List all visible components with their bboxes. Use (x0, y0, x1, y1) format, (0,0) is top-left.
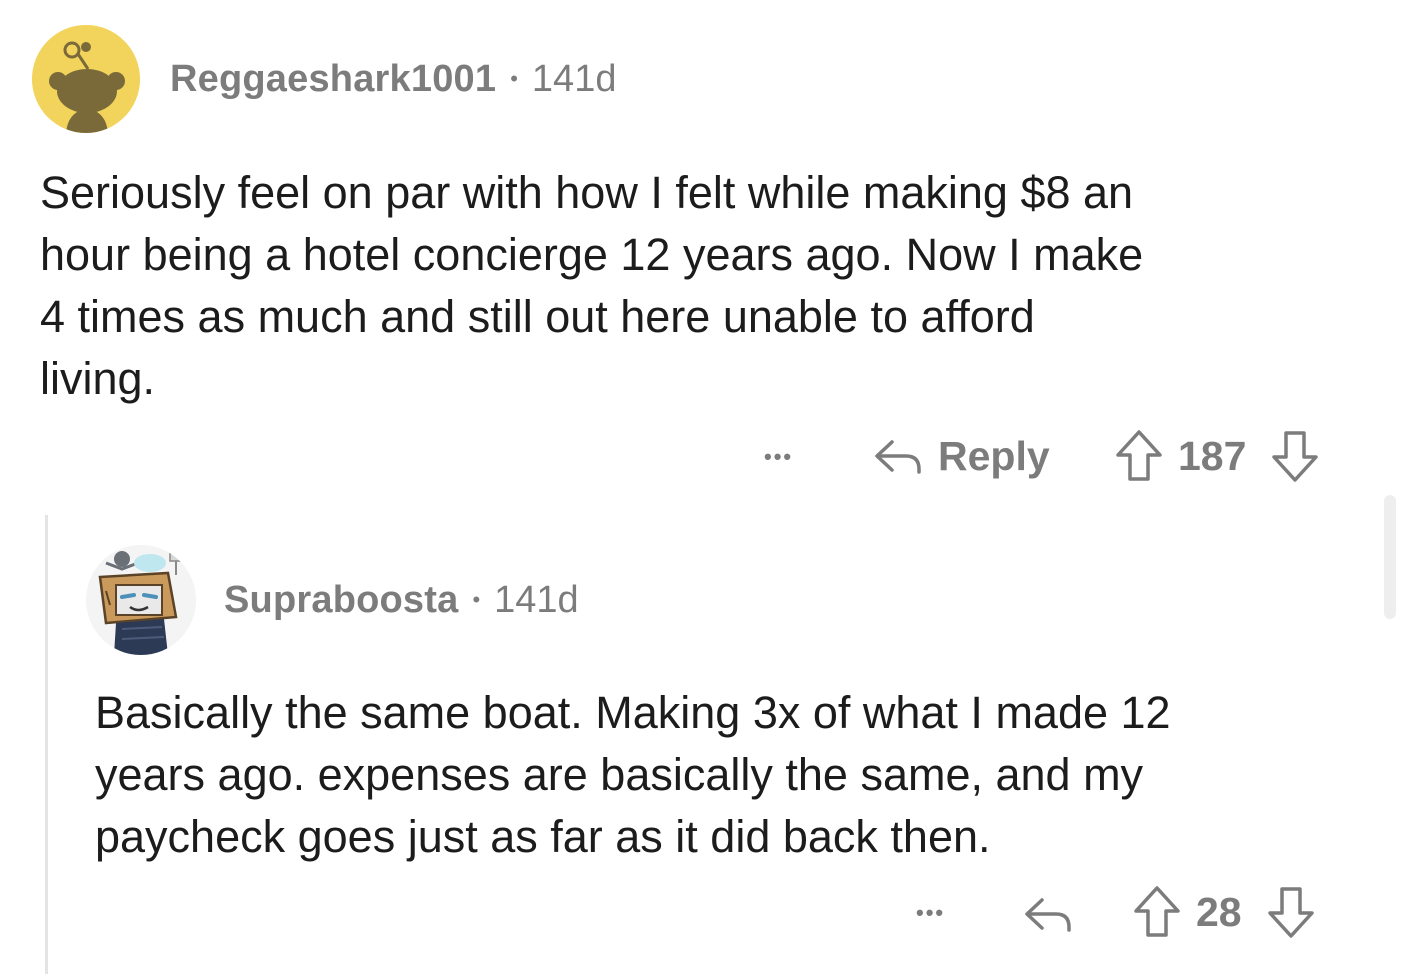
reply-arrow-icon (872, 436, 924, 476)
comment-line: living. (40, 353, 156, 404)
vote-controls: 187 (1114, 428, 1320, 484)
reply-label: Reply (938, 432, 1050, 479)
more-options-label: ••• (764, 444, 794, 469)
username[interactable]: Supraboosta (224, 579, 458, 622)
comment-line: years ago. expenses are basically the sa… (95, 749, 1144, 800)
scrollbar[interactable] (1384, 495, 1396, 619)
comment-line: Seriously feel on par with how I felt wh… (40, 167, 1134, 218)
more-options-button[interactable]: ••• (764, 432, 793, 482)
reply-button[interactable]: Reply (872, 430, 1050, 482)
comment-line: Basically the same boat. Making 3x of wh… (95, 687, 1171, 738)
avatar[interactable] (32, 25, 140, 133)
upvote-arrow-icon[interactable] (1132, 885, 1182, 939)
separator-dot: • (510, 66, 518, 91)
reply-button[interactable] (1022, 888, 1074, 940)
vote-score: 187 (1178, 432, 1247, 479)
more-options-label: ••• (916, 900, 946, 925)
more-options-button[interactable]: ••• (916, 888, 945, 938)
thread-line[interactable] (45, 515, 48, 974)
avatar[interactable] (86, 545, 196, 655)
comment-age: 141d (494, 578, 579, 621)
snoo-avatar-icon (32, 25, 140, 133)
upvote-arrow-icon[interactable] (1114, 429, 1164, 483)
downvote-arrow-icon[interactable] (1270, 429, 1320, 483)
comment-line: 4 times as much and still out here unabl… (40, 291, 1035, 342)
vote-controls: 28 (1132, 884, 1316, 940)
box-head-avatar-icon (86, 545, 196, 655)
comment-age: 141d (531, 57, 617, 100)
vote-score: 28 (1196, 888, 1242, 935)
comment-body: Seriously feel on par with how I felt wh… (40, 162, 1370, 410)
reply-arrow-icon (1022, 894, 1074, 934)
separator-dot: • (472, 587, 481, 612)
comment-line: hour being a hotel concierge 12 years ag… (40, 229, 1144, 280)
username[interactable]: Reggaeshark1001 (170, 58, 496, 101)
comment-line: paycheck goes just as far as it did back… (95, 811, 991, 862)
downvote-arrow-icon[interactable] (1266, 885, 1316, 939)
comment-body: Basically the same boat. Making 3x of wh… (95, 682, 1375, 868)
